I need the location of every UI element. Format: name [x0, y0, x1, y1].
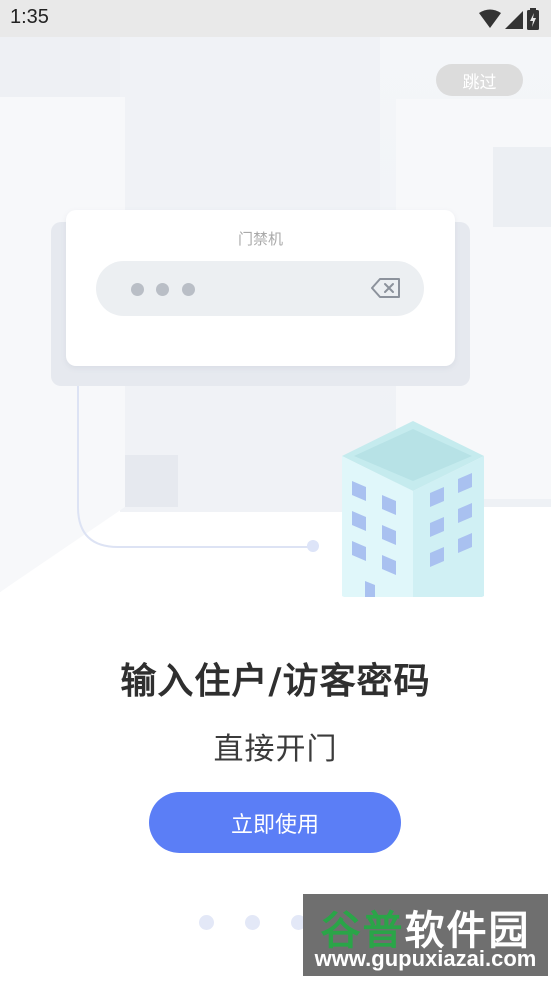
password-display	[96, 261, 424, 316]
use-now-button[interactable]: 立即使用	[149, 792, 401, 853]
building-illustration	[342, 421, 484, 597]
signal-icon	[505, 11, 523, 29]
status-bar: 1:35	[0, 0, 551, 37]
subline: 直接开门	[213, 732, 338, 767]
backspace-icon	[371, 278, 400, 298]
skip-button[interactable]: 跳过	[436, 64, 523, 96]
password-dot	[156, 283, 169, 296]
wifi-icon	[479, 9, 501, 28]
watermark-url: www.gupuxiazai.com	[314, 946, 537, 971]
watermark: 谷普软件园 www.gupuxiazai.com	[303, 894, 548, 976]
password-dot	[131, 283, 144, 296]
page-dot	[245, 915, 260, 930]
status-time: 1:35	[10, 6, 49, 28]
password-dot	[182, 283, 195, 296]
page-dot	[199, 915, 214, 930]
door-panel-card: 门禁机	[66, 210, 455, 366]
status-icons	[479, 8, 539, 30]
door-panel-title: 门禁机	[237, 230, 283, 248]
headline: 输入住户/访客密码	[120, 661, 431, 702]
battery-charging-icon	[527, 8, 539, 30]
